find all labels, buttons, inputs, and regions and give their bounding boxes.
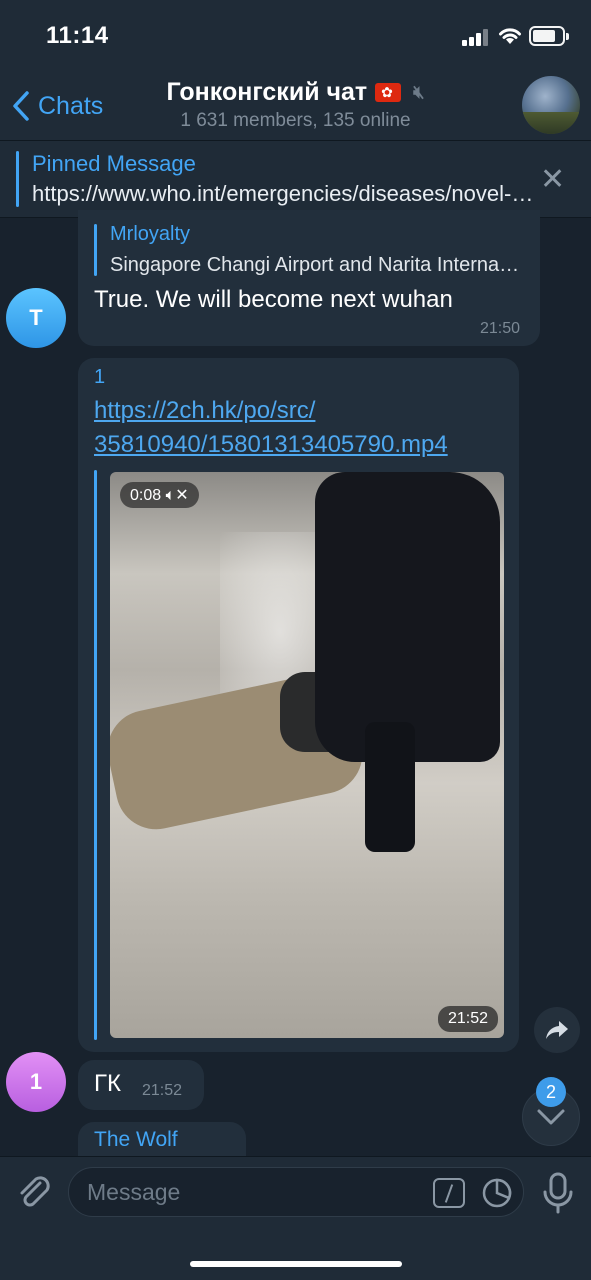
message-time: 21:52 bbox=[142, 1082, 183, 1099]
battery-icon bbox=[529, 26, 569, 46]
chat-avatar[interactable] bbox=[522, 76, 580, 134]
message-input[interactable] bbox=[87, 1176, 417, 1208]
message-bubble[interactable]: ГК 21:52 bbox=[78, 1060, 204, 1110]
media-accent-bar bbox=[94, 470, 97, 1040]
message-time: 21:52 bbox=[437, 1006, 498, 1032]
microphone-icon[interactable] bbox=[538, 1171, 578, 1215]
reply-sender: Mrloyalty bbox=[110, 223, 191, 245]
close-icon[interactable]: ✕ bbox=[540, 165, 565, 195]
pinned-message[interactable]: Pinned Message https://www.who.int/emerg… bbox=[0, 140, 591, 218]
status-bar: 11:14 bbox=[0, 0, 591, 70]
avatar[interactable]: T bbox=[6, 288, 66, 348]
video-duration: 0:08 bbox=[130, 487, 162, 504]
video-duration-badge: 0:08 🔈︎✕ bbox=[120, 482, 199, 508]
video-figure bbox=[315, 472, 500, 762]
pinned-text: https://www.who.int/emergencies/diseases… bbox=[32, 181, 534, 206]
attach-icon[interactable] bbox=[14, 1173, 54, 1213]
link-line: 35810940/15801313405790.mp4 bbox=[94, 431, 448, 458]
video-preview[interactable]: 0:08 🔈︎✕ 21:52 bbox=[110, 472, 504, 1038]
reply-text: Singapore Changi Airport and Narita Inte… bbox=[110, 254, 522, 276]
muted-icon: 🔇︎ bbox=[413, 82, 425, 102]
avatar[interactable]: 1 bbox=[6, 1052, 66, 1112]
message-input-box[interactable] bbox=[68, 1167, 524, 1217]
chevron-down-icon bbox=[537, 1109, 565, 1125]
muted-speaker-icon: 🔈︎✕ bbox=[165, 487, 189, 504]
chat-title[interactable]: Гонконгский чат 🔇︎ bbox=[0, 78, 591, 107]
message-bubble[interactable]: 1 https://2ch.hk/po/src/ 35810940/158013… bbox=[78, 358, 519, 1052]
pinned-accent-bar bbox=[16, 151, 19, 207]
message-text: True. We will become next wuhan bbox=[94, 286, 453, 313]
reply-accent-bar bbox=[94, 224, 97, 276]
status-time: 11:14 bbox=[46, 22, 109, 49]
unread-badge: 2 bbox=[536, 1077, 566, 1107]
message-time: 21:50 bbox=[479, 320, 520, 337]
wifi-icon bbox=[499, 28, 521, 44]
commands-button[interactable] bbox=[433, 1178, 465, 1208]
chat-title-text: Гонконгский чат bbox=[166, 78, 368, 106]
message-bubble[interactable]: Mrloyalty Singapore Changi Airport and N… bbox=[78, 210, 540, 346]
video-link[interactable]: https://2ch.hk/po/src/ 35810940/15801313… bbox=[94, 394, 514, 462]
home-indicator[interactable] bbox=[190, 1261, 402, 1267]
chat-subtitle: 1 631 members, 135 online bbox=[180, 110, 411, 131]
message-number: 1 bbox=[94, 366, 106, 388]
share-button[interactable] bbox=[534, 1007, 580, 1053]
link-line: https://2ch.hk/po/src/ bbox=[94, 397, 316, 424]
timer-icon[interactable] bbox=[481, 1177, 513, 1209]
signal-icon bbox=[462, 28, 490, 46]
message-text: ГК bbox=[94, 1070, 121, 1097]
pinned-title: Pinned Message bbox=[32, 151, 196, 176]
message-sender: The Wolf bbox=[94, 1128, 178, 1151]
hong-kong-flag-icon bbox=[375, 83, 402, 102]
share-icon bbox=[546, 1021, 568, 1039]
video-figure bbox=[365, 722, 415, 852]
chat-header: Chats Гонконгский чат 🔇︎ 1 631 members, … bbox=[0, 70, 591, 140]
